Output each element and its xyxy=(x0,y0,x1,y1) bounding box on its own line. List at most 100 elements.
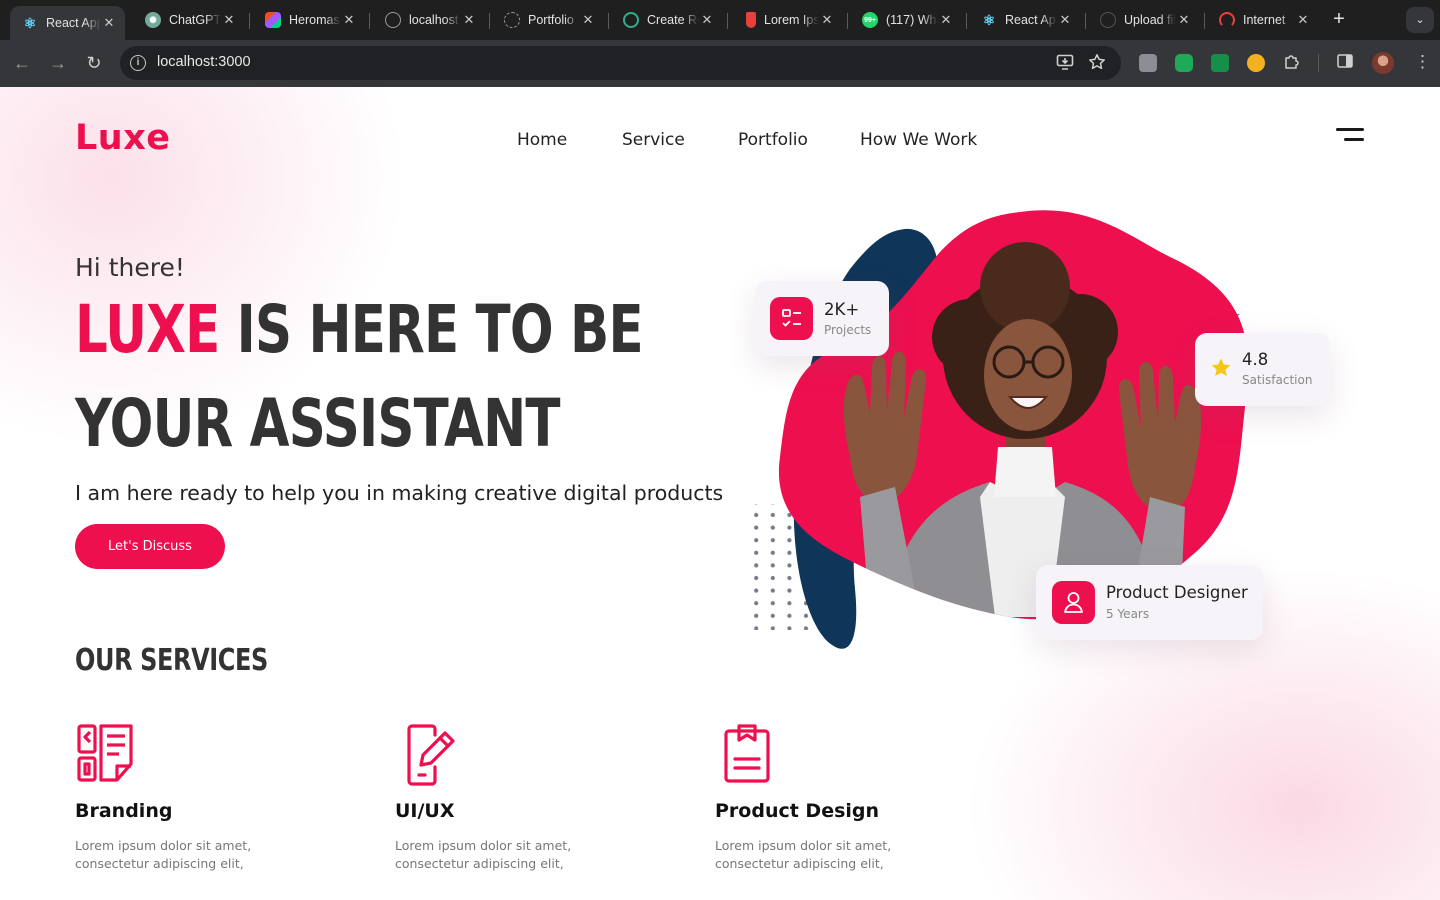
browser-tab[interactable]: ✺ ChatGPT ✕ xyxy=(133,6,245,34)
side-panel-icon[interactable] xyxy=(1336,52,1354,75)
extension-icon[interactable] xyxy=(1247,54,1265,72)
install-app-icon[interactable] xyxy=(1056,53,1074,76)
service-name: Product Design xyxy=(715,800,880,822)
page-content: Luxe Home Service Portfolio How We Work … xyxy=(0,87,1440,900)
hero-tagline: I am here ready to help you in making cr… xyxy=(75,481,724,505)
hero-greeting: Hi there! xyxy=(75,253,185,282)
react-icon: ⚛ xyxy=(23,14,37,31)
nav-service[interactable]: Service xyxy=(622,130,685,150)
branding-icon xyxy=(75,723,139,787)
reload-button[interactable]: ↻ xyxy=(81,50,107,76)
new-tab-button[interactable]: + xyxy=(1327,8,1351,32)
browser-tab[interactable]: ⚛ React App ✕ xyxy=(969,6,1081,34)
chatgpt-icon: ✺ xyxy=(145,12,161,28)
browser-tab[interactable]: localhost ✕ xyxy=(373,6,485,34)
checklist-icon xyxy=(770,297,813,340)
browser-tab[interactable]: ⚛ React App ✕ xyxy=(10,6,125,40)
address-bar[interactable]: i localhost:3000 xyxy=(120,46,1121,80)
tab-separator xyxy=(1085,13,1086,29)
nav-portfolio[interactable]: Portfolio xyxy=(738,130,808,150)
close-tab-icon[interactable]: ✕ xyxy=(699,12,715,28)
extensions-puzzle-icon[interactable] xyxy=(1283,52,1301,75)
role-stat-card: Product Designer 5 Years xyxy=(1036,565,1263,640)
forward-button[interactable]: → xyxy=(45,50,71,76)
loading-icon xyxy=(504,12,520,28)
close-tab-icon[interactable]: ✕ xyxy=(819,12,835,28)
browser-tab[interactable]: Internet ✕ xyxy=(1207,6,1319,34)
edit-phone-icon xyxy=(395,723,459,787)
close-tab-icon[interactable]: ✕ xyxy=(461,12,477,28)
satisfaction-stat-card: 4.8 Satisfaction xyxy=(1195,333,1330,406)
close-tab-icon[interactable]: ✕ xyxy=(1057,12,1073,28)
clipboard-icon xyxy=(715,723,779,787)
tab-separator xyxy=(966,13,967,29)
bookmark-icon xyxy=(746,12,756,28)
site-logo[interactable]: Luxe xyxy=(75,118,171,158)
nav-home[interactable]: Home xyxy=(517,130,567,150)
browser-tab[interactable]: Upload file ✕ xyxy=(1088,6,1200,34)
tab-separator xyxy=(847,13,848,29)
role-value: Product Designer xyxy=(1106,583,1248,602)
react-icon: ⚛ xyxy=(982,11,996,28)
globe-icon xyxy=(385,12,401,28)
tab-separator xyxy=(489,13,490,29)
extension-icon[interactable] xyxy=(1175,54,1193,72)
close-tab-icon[interactable]: ✕ xyxy=(580,12,596,28)
browser-tab[interactable]: Lorem Ipsum ✕ xyxy=(731,6,843,34)
tab-separator xyxy=(369,13,370,29)
user-icon xyxy=(1052,581,1095,624)
headline-rest: IS HERE TO BE xyxy=(236,291,644,368)
projects-label: Projects xyxy=(824,323,872,337)
lets-discuss-button[interactable]: Let's Discuss xyxy=(75,524,225,569)
browser-tab[interactable]: Create React ✕ xyxy=(611,6,723,34)
profile-avatar[interactable] xyxy=(1372,52,1394,74)
rating-value: 4.8 xyxy=(1242,350,1269,369)
tab-separator xyxy=(608,13,609,29)
toolbar-separator xyxy=(1318,54,1319,72)
browser-tab[interactable]: Portfolio ✕ xyxy=(492,6,604,34)
app-icon xyxy=(623,12,639,28)
nav-how-we-work[interactable]: How We Work xyxy=(860,130,977,150)
close-tab-icon[interactable]: ✕ xyxy=(938,12,954,28)
browser-tabstrip: ⚛ React App ✕ ✺ ChatGPT ✕ Heromaster ✕ l… xyxy=(0,0,1440,40)
service-description: Lorem ipsum dolor sit amet, consectetur … xyxy=(395,838,572,871)
tab-separator xyxy=(249,13,250,29)
close-tab-icon[interactable]: ✕ xyxy=(1295,12,1311,28)
browser-menu-icon[interactable]: ⋮ xyxy=(1414,52,1431,72)
service-name: UI/UX xyxy=(395,800,455,822)
hero-headline-line2: YOUR ASSISTANT xyxy=(75,385,561,462)
whatsapp-icon: 99+ xyxy=(862,12,878,28)
site-info-icon[interactable]: i xyxy=(130,55,146,71)
tab-separator xyxy=(1204,13,1205,29)
figma-icon xyxy=(265,12,281,28)
close-tab-icon[interactable]: ✕ xyxy=(221,12,237,28)
rating-label: Satisfaction xyxy=(1242,373,1313,387)
service-description: Lorem ipsum dolor sit amet, consectetur … xyxy=(715,838,892,871)
browser-tab[interactable]: Heromaster ✕ xyxy=(253,6,365,34)
projects-value: 2K+ xyxy=(824,300,860,319)
back-button[interactable]: ← xyxy=(9,50,35,76)
service-description: Lorem ipsum dolor sit amet, consectetur … xyxy=(75,838,252,871)
tab-search-button[interactable]: ⌄ xyxy=(1406,7,1434,33)
browser-tab[interactable]: 99+ (117) WhatsApp ✕ xyxy=(850,6,962,34)
browser-toolbar: ← → ↻ i localhost:3000 ⋮ xyxy=(0,40,1440,87)
tab-separator xyxy=(727,13,728,29)
role-label: 5 Years xyxy=(1106,607,1150,621)
close-tab-icon[interactable]: ✕ xyxy=(341,12,357,28)
loading-icon xyxy=(1100,12,1116,28)
speed-icon xyxy=(1219,12,1235,28)
hero-illustration: 2K+ Projects 4.8 Satisfaction Product De… xyxy=(720,197,1360,657)
extension-icon[interactable] xyxy=(1211,54,1229,72)
headline-accent: LUXE xyxy=(75,291,220,368)
url-text[interactable]: localhost:3000 xyxy=(157,54,251,70)
star-icon xyxy=(1210,357,1232,379)
hero-headline-line1: LUXE IS HERE TO BE xyxy=(75,291,644,368)
close-tab-icon[interactable]: ✕ xyxy=(1176,12,1192,28)
projects-stat-card: 2K+ Projects xyxy=(755,281,889,356)
close-tab-icon[interactable]: ✕ xyxy=(101,15,117,31)
services-heading: OUR SERVICES xyxy=(75,643,268,678)
service-name: Branding xyxy=(75,800,173,822)
bookmark-star-icon[interactable] xyxy=(1088,53,1106,76)
hamburger-menu-icon[interactable] xyxy=(1334,128,1364,144)
extension-icon[interactable] xyxy=(1139,54,1157,72)
